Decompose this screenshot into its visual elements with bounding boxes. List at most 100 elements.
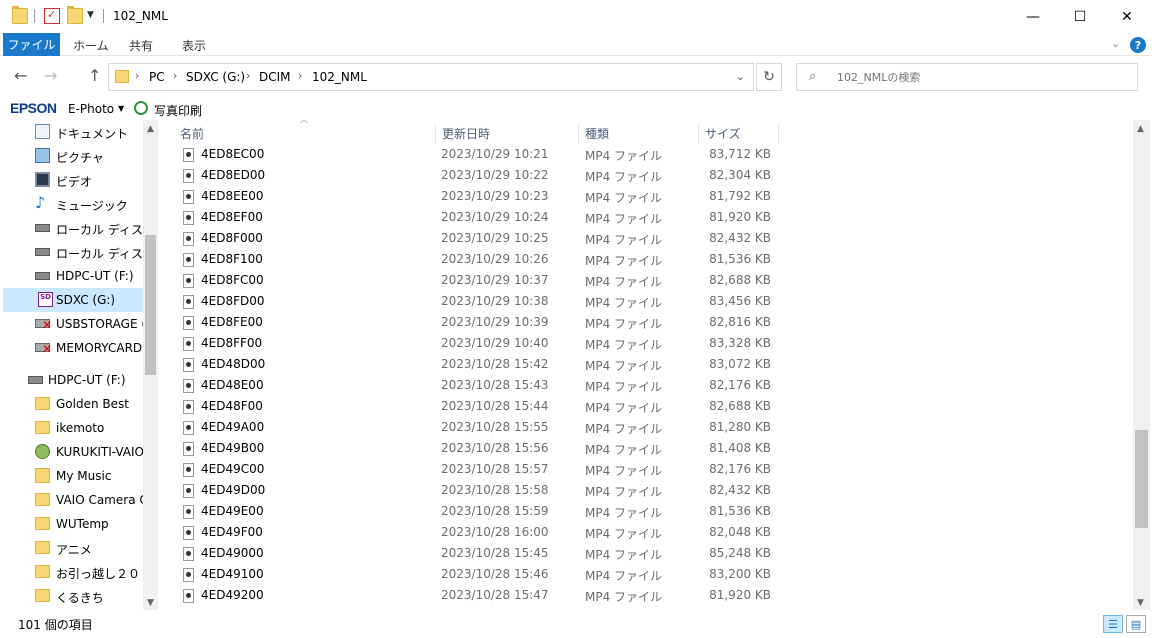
mp4-file-icon — [183, 358, 194, 372]
column-header-size[interactable]: サイズ — [699, 124, 779, 144]
nav-scrollbar-thumb[interactable] — [145, 235, 156, 375]
details-view-icon[interactable]: ☰ — [1103, 615, 1123, 633]
file-row[interactable]: 4ED49200 2023/10/28 15:47 MP4 ファイル 81,920 K… — [160, 585, 780, 606]
mp4-file-icon — [183, 316, 194, 330]
close-button[interactable]: ✕ — [1104, 0, 1150, 33]
file-row[interactable]: 4ED8EF00 2023/10/29 10:24 MP4 ファイル 81,920 K… — [160, 207, 780, 228]
nav-item[interactable]: ikemoto — [0, 416, 143, 440]
search-input[interactable] — [837, 68, 1127, 86]
column-header-type[interactable]: 種類 — [579, 124, 699, 144]
properties-icon[interactable] — [44, 8, 60, 24]
nav-item[interactable]: ドキュメント — [0, 120, 143, 144]
file-row[interactable]: 4ED49000 2023/10/28 15:45 MP4 ファイル 85,248 K… — [160, 543, 780, 564]
chevron-down-icon[interactable]: ⌄ — [736, 70, 745, 83]
photo-print-icon[interactable] — [134, 101, 148, 115]
breadcrumb-pc[interactable]: PC — [149, 70, 165, 84]
file-row[interactable]: 4ED49100 2023/10/28 15:46 MP4 ファイル 83,200 K… — [160, 564, 780, 585]
file-type: MP4 ファイル — [585, 254, 663, 268]
nav-item[interactable]: くるきち — [0, 584, 143, 608]
tab-view[interactable]: 表示 — [182, 37, 206, 54]
breadcrumb-sdxc[interactable]: SDXC (G:) — [186, 70, 245, 84]
nav-item[interactable]: HDPC-UT (F:) — [0, 264, 143, 288]
scroll-down-icon[interactable]: ▼ — [1137, 598, 1144, 608]
file-row[interactable]: 4ED48D00 2023/10/28 15:42 MP4 ファイル 83,072 K… — [160, 354, 780, 375]
file-row[interactable]: 4ED49D00 2023/10/28 15:58 MP4 ファイル 82,432 K… — [160, 480, 780, 501]
chevron-down-icon[interactable]: ▼ — [118, 104, 124, 113]
scroll-up-icon[interactable]: ▲ — [1137, 124, 1144, 134]
nav-item[interactable]: My Music — [0, 464, 143, 488]
file-row[interactable]: 4ED49C00 2023/10/28 15:57 MP4 ファイル 82,176 K… — [160, 459, 780, 480]
file-row[interactable]: 4ED8F100 2023/10/29 10:26 MP4 ファイル 81,536 K… — [160, 249, 780, 270]
large-icons-view-icon[interactable]: ▤ — [1126, 615, 1146, 633]
nav-item[interactable]: お引っ越し２０１ — [0, 560, 143, 584]
nav-item[interactable]: ローカル ディスク (C — [0, 216, 143, 240]
file-row[interactable]: 4ED8FC00 2023/10/29 10:37 MP4 ファイル 82,688 K… — [160, 270, 780, 291]
breadcrumb-separator[interactable]: › — [173, 69, 177, 82]
file-row[interactable]: 4ED8EC00 2023/10/29 10:21 MP4 ファイル 83,712 K… — [160, 144, 780, 165]
column-header-date[interactable]: 更新日時 — [436, 124, 579, 144]
tab-home[interactable]: ホーム — [73, 37, 109, 54]
nav-item[interactable]: ピクチャ — [0, 144, 143, 168]
nav-item[interactable]: ローカル ディスク (D — [0, 240, 143, 264]
nav-item[interactable]: SD SDXC (G:) — [3, 288, 146, 312]
chevron-down-icon[interactable]: ▼ — [87, 10, 94, 20]
mp4-file-icon — [183, 484, 194, 498]
file-date: 2023/10/29 10:39 — [441, 315, 549, 329]
file-row[interactable]: 4ED49B00 2023/10/28 15:56 MP4 ファイル 81,408 K… — [160, 438, 780, 459]
folder-icon — [35, 421, 50, 434]
ephoto-button[interactable]: E-Photo — [68, 102, 114, 116]
file-list-scrollbar-thumb[interactable] — [1135, 430, 1148, 528]
nav-item[interactable]: Golden Best — [0, 392, 143, 416]
tab-share[interactable]: 共有 — [129, 37, 153, 54]
breadcrumb-separator[interactable]: › — [298, 69, 302, 82]
item-count: 101 個の項目 — [18, 618, 93, 632]
nav-item[interactable]: WUTemp — [0, 512, 143, 536]
maximize-button[interactable]: ☐ — [1057, 0, 1103, 33]
file-row[interactable]: 4ED49E00 2023/10/28 15:59 MP4 ファイル 81,536 K… — [160, 501, 780, 522]
file-row[interactable]: 4ED8F000 2023/10/29 10:25 MP4 ファイル 82,432 K… — [160, 228, 780, 249]
divider — [34, 9, 35, 23]
minimize-button[interactable]: — — [1010, 0, 1056, 33]
file-row[interactable]: 4ED8FD00 2023/10/29 10:38 MP4 ファイル 83,456 K… — [160, 291, 780, 312]
breadcrumb-separator[interactable]: › — [246, 69, 250, 82]
nav-item[interactable]: ビデオ — [0, 168, 143, 192]
scroll-down-icon[interactable]: ▼ — [147, 598, 154, 608]
file-row[interactable]: 4ED8FF00 2023/10/29 10:40 MP4 ファイル 83,328 K… — [160, 333, 780, 354]
back-button[interactable]: ← — [14, 66, 27, 85]
expand-ribbon-icon[interactable]: ⌄ — [1111, 37, 1120, 50]
up-button[interactable]: ↑ — [88, 66, 101, 85]
mp4-file-icon — [183, 421, 194, 435]
nav-scrollbar[interactable]: ▲ ▼ — [143, 120, 158, 610]
file-row[interactable]: 4ED8EE00 2023/10/29 10:23 MP4 ファイル 81,792 K… — [160, 186, 780, 207]
file-row[interactable]: 4ED48E00 2023/10/28 15:43 MP4 ファイル 82,176 K… — [160, 375, 780, 396]
scroll-up-icon[interactable]: ▲ — [147, 124, 154, 134]
breadcrumb-102-nml[interactable]: 102_NML — [312, 70, 367, 84]
breadcrumb-dcim[interactable]: DCIM — [259, 70, 291, 84]
file-row[interactable]: 4ED48F00 2023/10/28 15:44 MP4 ファイル 82,688 K… — [160, 396, 780, 417]
folder-icon — [35, 541, 50, 554]
help-icon[interactable]: ? — [1130, 37, 1146, 53]
nav-item[interactable]: HDPC-UT (F:) — [0, 368, 143, 392]
nav-item[interactable]: KURUKITI-VAIO — [0, 440, 143, 464]
nav-item[interactable]: VAIO Camera Ca — [0, 488, 143, 512]
breadcrumb-separator[interactable]: › — [135, 69, 139, 82]
tab-file[interactable]: ファイル — [3, 33, 60, 56]
file-list-scrollbar[interactable]: ▲ ▼ — [1133, 120, 1150, 610]
forward-button[interactable]: → — [44, 66, 57, 85]
file-row[interactable]: 4ED8ED00 2023/10/29 10:22 MP4 ファイル 82,304 K… — [160, 165, 780, 186]
nav-item[interactable]: ✕ MEMORYCARD ( — [0, 336, 143, 360]
photo-print-button[interactable]: 写真印刷 — [154, 102, 202, 119]
nav-item[interactable]: ✕USBSTORAGE (¥ — [0, 312, 143, 336]
nav-item[interactable]: アニメ — [0, 536, 143, 560]
file-type: MP4 ファイル — [585, 338, 663, 352]
file-name: 4ED49F00 — [201, 525, 263, 539]
new-folder-icon[interactable] — [67, 6, 83, 24]
address-bar[interactable]: › PC › SDXC (G:) › DCIM › 102_NML ⌄ — [108, 63, 754, 91]
refresh-button[interactable]: ↻ — [756, 63, 782, 91]
nav-item[interactable]: ♪ ミュージック — [0, 192, 143, 216]
file-row[interactable]: 4ED49F00 2023/10/28 16:00 MP4 ファイル 82,048 K… — [160, 522, 780, 543]
column-header-name[interactable]: 名前 — [174, 124, 436, 144]
search-box[interactable]: ⌕ — [796, 63, 1138, 91]
file-row[interactable]: 4ED8FE00 2023/10/29 10:39 MP4 ファイル 82,816 K… — [160, 312, 780, 333]
file-row[interactable]: 4ED49A00 2023/10/28 15:55 MP4 ファイル 81,280 K… — [160, 417, 780, 438]
